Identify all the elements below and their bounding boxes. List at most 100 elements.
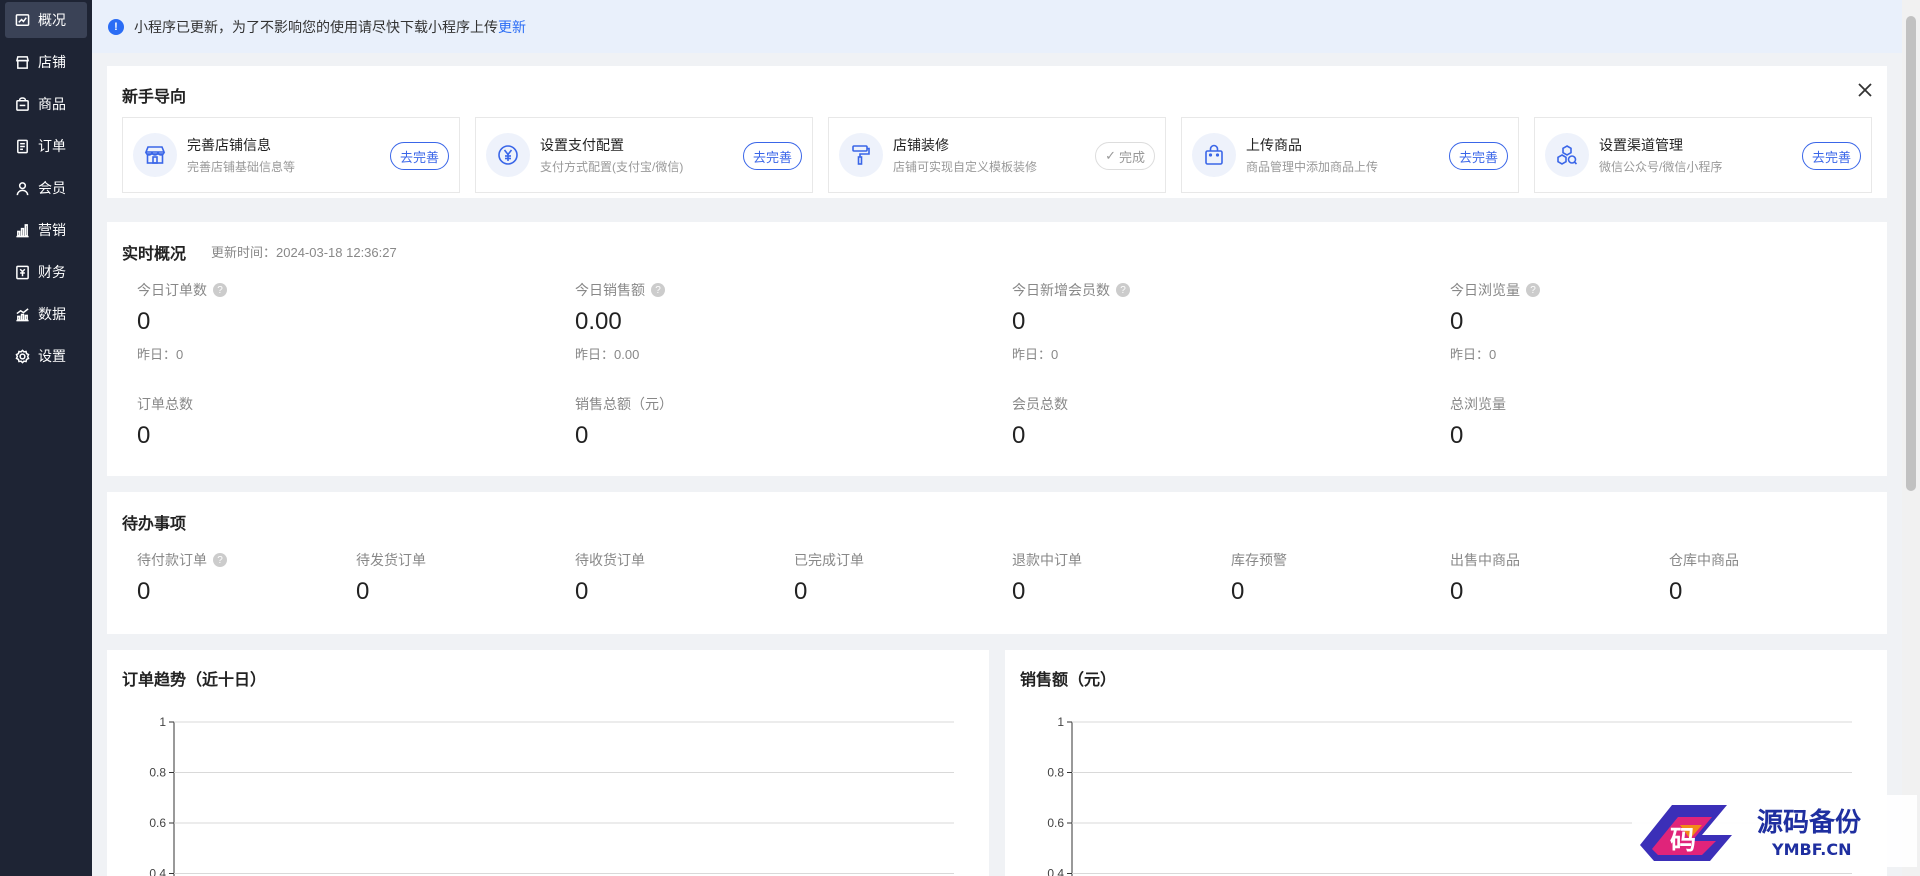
sidebar-item-finance[interactable]: 财务: [5, 254, 87, 290]
todo-label: 出售中商品: [1450, 552, 1520, 568]
sidebar-item-settings[interactable]: 设置: [5, 338, 87, 374]
order-trend-chart: 1 0.8 0.6 0.4: [149, 715, 954, 876]
sidebar-item-goods[interactable]: 商品: [5, 86, 87, 122]
done-label: 完成: [1118, 149, 1145, 165]
sidebar-item-member[interactable]: 会员: [5, 170, 87, 206]
todo-stock-warning[interactable]: 库存预警 0: [1231, 550, 1287, 606]
sidebar-item-label: 概况: [38, 12, 66, 28]
stat-label: 今日新增会员数: [1012, 282, 1110, 298]
stat-label: 今日浏览量: [1450, 282, 1520, 298]
guide-item-decoration: 店铺装修 店铺可实现自定义模板装修 ✓ 完成: [828, 117, 1166, 193]
check-icon: ✓: [1105, 148, 1116, 163]
todo-label: 待收货订单: [575, 552, 645, 568]
guide-item-desc: 商品管理中添加商品上传: [1246, 160, 1379, 174]
stat-value: 0: [1012, 422, 1026, 449]
complete-upload-goods-button[interactable]: 去完善: [1448, 142, 1508, 170]
sidebar-item-order[interactable]: 订单: [5, 128, 87, 164]
sidebar-item-store[interactable]: 店铺: [5, 44, 87, 80]
todo-value: 0: [1669, 578, 1683, 605]
sidebar-item-data[interactable]: 数据: [5, 296, 87, 332]
notice-update-link[interactable]: 更新: [498, 17, 526, 37]
sidebar-item-label: 营销: [38, 222, 66, 238]
todo-label: 库存预警: [1231, 552, 1287, 568]
info-icon: !: [108, 18, 124, 35]
realtime-title: 实时概况: [122, 246, 187, 263]
main-content: ! 小程序已更新，为了不影响您的使用请尽快下载小程序上传 更新 新手导向 完善店…: [92, 0, 1902, 876]
guide-item-title: 上传商品: [1246, 137, 1302, 153]
todo-in-warehouse[interactable]: 仓库中商品 0: [1669, 550, 1739, 606]
help-icon[interactable]: ?: [1116, 283, 1130, 297]
todo-pending-shipment[interactable]: 待发货订单 0: [356, 550, 426, 606]
shopping-bag-icon: [1192, 133, 1236, 177]
todo-completed[interactable]: 已完成订单 0: [794, 550, 864, 606]
todo-card: 待办事项 待付款订单? 0 待发货订单 0 待收货订单 0 已完成订单 0 退款…: [107, 492, 1887, 634]
guide-item-title: 店铺装修: [893, 137, 949, 153]
sidebar-item-label: 会员: [38, 180, 66, 196]
todo-value: 0: [356, 578, 370, 605]
decoration-done-button[interactable]: ✓ 完成: [1095, 142, 1155, 170]
sidebar-item-label: 数据: [38, 306, 66, 322]
guide-item-channels: 设置渠道管理 微信公众号/微信小程序 去完善: [1534, 117, 1872, 193]
channels-icon: [1545, 133, 1589, 177]
stat-yesterday: 昨日：0: [137, 347, 184, 362]
stat-value: 0: [1450, 308, 1464, 335]
complete-channels-button[interactable]: 去完善: [1801, 142, 1861, 170]
todo-value: 0: [1012, 578, 1026, 605]
todo-value: 0: [137, 578, 151, 605]
stat-value: 0: [575, 422, 589, 449]
stat-value: 0.00: [575, 308, 622, 335]
y-tick-label: 0.8: [149, 766, 166, 780]
stat-label: 会员总数: [1012, 396, 1068, 412]
complete-store-info-button[interactable]: 去完善: [389, 142, 449, 170]
y-tick-label: 0.4: [1047, 867, 1064, 876]
paint-roller-icon: [839, 133, 883, 177]
todo-value: 0: [1231, 578, 1245, 605]
stat-yesterday: 昨日：0: [1450, 347, 1497, 362]
todo-pending-receipt[interactable]: 待收货订单 0: [575, 550, 645, 606]
complete-payment-button[interactable]: 去完善: [742, 142, 802, 170]
todo-value: 0: [1450, 578, 1464, 605]
stat-label: 今日订单数: [137, 282, 207, 298]
y-tick-label: 1: [159, 715, 166, 729]
todo-on-sale[interactable]: 出售中商品 0: [1450, 550, 1520, 606]
page-scrollbar[interactable]: [1902, 0, 1920, 876]
scrollbar-thumb[interactable]: [1906, 16, 1916, 491]
sidebar-item-marketing[interactable]: 营销: [5, 212, 87, 248]
member-icon: [16, 181, 29, 195]
todo-label: 退款中订单: [1012, 552, 1082, 568]
notice-text: 小程序已更新，为了不影响您的使用请尽快下载小程序上传: [134, 18, 498, 35]
help-icon[interactable]: ?: [1526, 283, 1540, 297]
guide-title: 新手导向: [122, 89, 187, 106]
order-icon: [17, 139, 28, 153]
y-tick-label: 1: [1057, 715, 1064, 729]
stat-label: 销售总额（元）: [575, 396, 673, 412]
todo-label: 仓库中商品: [1669, 552, 1739, 568]
guide-item-title: 设置渠道管理: [1599, 137, 1683, 153]
todo-label: 待付款订单: [137, 552, 207, 568]
stat-today-sales: 今日销售额? 0.00 昨日：0.00: [575, 280, 665, 363]
sidebar-item-label: 商品: [38, 96, 66, 112]
close-icon[interactable]: [1855, 80, 1875, 100]
todo-value: 0: [575, 578, 589, 605]
todo-pending-payment[interactable]: 待付款订单? 0: [137, 550, 227, 606]
guide-item-desc: 店铺可实现自定义模板装修: [893, 160, 1038, 174]
stat-total-views: 总浏览量 0: [1450, 394, 1506, 450]
y-tick-label: 0.8: [1047, 766, 1064, 780]
y-tick-label: 0.6: [1047, 816, 1064, 830]
sidebar-item-overview[interactable]: 概况: [5, 2, 87, 38]
settings-icon: [15, 348, 30, 364]
watermark-logo: 码 源码备份 YMBF.CN: [1632, 795, 1917, 867]
guide-item-store-info: 完善店铺信息 完善店铺基础信息等 去完善: [122, 117, 460, 193]
marketing-icon: [16, 223, 29, 237]
todo-label: 待发货订单: [356, 552, 426, 568]
data-icon: [16, 307, 29, 321]
help-icon[interactable]: ?: [213, 283, 227, 297]
help-icon[interactable]: ?: [651, 283, 665, 297]
help-icon[interactable]: ?: [213, 553, 227, 567]
beginner-guide-card: 新手导向 完善店铺信息 完善店铺基础信息等 去完善 设置支付配置 支付方式配置(…: [107, 66, 1887, 198]
todo-refunding[interactable]: 退款中订单 0: [1012, 550, 1082, 606]
store-front-icon: [133, 133, 177, 177]
todo-title: 待办事项: [122, 516, 187, 533]
stat-value: 0: [1450, 422, 1464, 449]
stat-label: 总浏览量: [1450, 396, 1506, 412]
